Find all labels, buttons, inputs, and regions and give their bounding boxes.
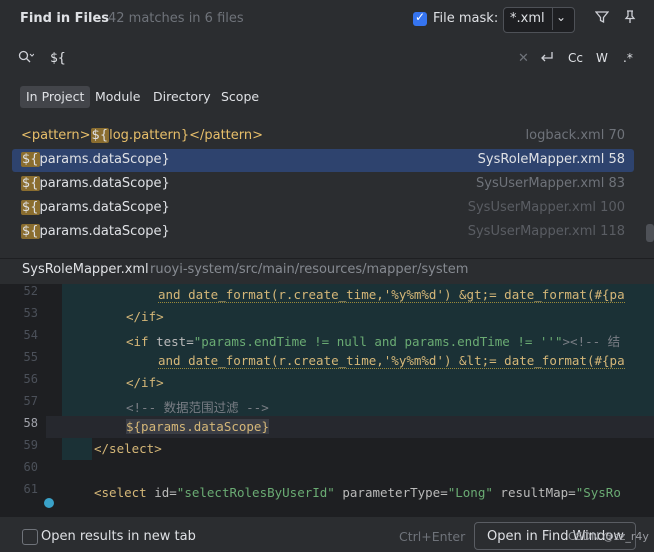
code-line-61: <select id="selectRolesByUserId" paramet… (62, 485, 654, 507)
code-text: and date_format(r.create_time,'%y%m%d') … (158, 287, 625, 303)
code-preview[interactable]: 52 53 54 55 56 57 58 59 60 61 and date_f… (0, 284, 654, 516)
result-row[interactable]: <pattern>${log.pattern}</pattern> logbac… (12, 125, 634, 148)
words-toggle[interactable]: W (596, 51, 608, 65)
filter-icon[interactable] (594, 10, 610, 28)
line-number: 61 (23, 482, 38, 496)
result-text: params.dataScope} (39, 200, 170, 215)
result-file: SysUserMapper.xml (467, 224, 597, 239)
result-row[interactable]: ${params.dataScope} SysUserMapper.xml 10… (12, 197, 634, 220)
tab-directory[interactable]: Directory (147, 86, 217, 108)
code-line-59: </select> (62, 441, 654, 463)
file-mask-separator (552, 8, 553, 30)
open-new-tab-label: Open results in new tab (41, 529, 196, 544)
code-attr: resultMap= (500, 485, 576, 500)
regex-toggle[interactable]: .* (623, 51, 633, 65)
result-row[interactable]: ${params.dataScope} SysUserMapper.xml 83 (12, 173, 634, 196)
code-line-52: and date_format(r.create_time,'%y%m%d') … (62, 287, 654, 309)
line-number: 59 (23, 438, 38, 452)
code-string: "selectRolesByUserId" (176, 485, 335, 500)
code-string: "params.endTime != null and params.endTi… (193, 334, 563, 349)
search-icon[interactable] (18, 50, 35, 68)
line-number: 57 (23, 394, 38, 408)
result-match: ${ (21, 176, 40, 191)
watermark: CSDN @zz_r4y (568, 530, 649, 543)
code-attr: parameterType= (342, 485, 448, 500)
code-text: </if> (126, 309, 164, 324)
line-gutter: 52 53 54 55 56 57 58 59 60 61 (0, 284, 46, 516)
result-line: 58 (608, 152, 625, 167)
gutter-marker-icon[interactable] (44, 498, 54, 508)
file-mask-checkbox[interactable] (413, 10, 427, 26)
pin-icon[interactable] (623, 10, 637, 28)
result-text: params.dataScope} (39, 176, 170, 191)
result-row[interactable]: ${params.dataScope} SysUserMapper.xml 11… (12, 221, 634, 244)
clear-icon[interactable]: ✕ (518, 51, 529, 66)
tab-in-project[interactable]: In Project (20, 86, 91, 108)
shortcut-hint: Ctrl+Enter (399, 529, 466, 544)
results-scrollbar[interactable] (646, 224, 654, 242)
line-number: 52 (23, 284, 38, 298)
search-input[interactable] (50, 48, 430, 68)
match-case-toggle[interactable]: Cc (568, 51, 583, 65)
line-number: 54 (23, 328, 38, 342)
dialog-title: Find in Files (20, 11, 110, 26)
code-line-58: ${params.dataScope} (62, 419, 654, 441)
code-text: </select> (94, 441, 162, 456)
code-text: </if> (126, 375, 164, 390)
code-line-53: </if> (62, 309, 654, 331)
result-line: 83 (608, 176, 625, 191)
result-file: SysRoleMapper.xml (477, 152, 605, 167)
file-mask-label: File mask: (433, 11, 499, 26)
result-file: SysUserMapper.xml (467, 200, 597, 215)
code-line-54: <if test="params.endTime != null and par… (126, 334, 621, 349)
code-attr: test= (156, 334, 194, 349)
result-line: 70 (608, 128, 625, 143)
code-comment: ><!-- 结 (562, 334, 621, 349)
tab-scope[interactable]: Scope (215, 86, 265, 108)
code-text: ${params.dataScope} (126, 419, 269, 434)
preview-file-path: ruoyi-system/src/main/resources/mapper/s… (150, 262, 469, 277)
result-prefix: <pattern> (21, 128, 91, 143)
tab-module[interactable]: Module (89, 86, 146, 108)
result-file: logback.xml (525, 128, 605, 143)
result-text: params.dataScope} (39, 152, 170, 167)
code-text: and date_format(r.create_time,'%y%m%d') … (158, 353, 625, 369)
result-match: ${ (21, 152, 40, 167)
match-count: 42 matches in 6 files (108, 11, 244, 26)
code-line-57: <!-- 数据范围过滤 --> (62, 397, 654, 419)
code-line-56: </if> (62, 375, 654, 397)
result-text: params.dataScope} (39, 224, 170, 239)
new-line-icon[interactable] (539, 50, 555, 68)
preview-file-name: SysRoleMapper.xml (22, 262, 149, 277)
line-number: 60 (23, 460, 38, 474)
result-file: SysUserMapper.xml (476, 176, 605, 191)
code-comment: <!-- 数据范围过滤 --> (126, 400, 269, 415)
open-new-tab-checkbox[interactable] (22, 529, 38, 545)
code-string: "Long" (447, 485, 493, 500)
code-attr: id= (154, 485, 177, 500)
result-match: ${ (90, 128, 110, 143)
result-row-selected[interactable]: ${params.dataScope} SysRoleMapper.xml 58 (12, 149, 634, 172)
line-number: 56 (23, 372, 38, 386)
code-line-55: and date_format(r.create_time,'%y%m%d') … (62, 353, 654, 375)
line-number: 58 (23, 416, 38, 430)
result-text: log.pattern}</pattern> (109, 128, 264, 143)
line-number: 53 (23, 306, 38, 320)
result-match: ${ (21, 224, 40, 239)
file-mask-value: *.xml (510, 11, 545, 26)
result-line: 118 (600, 224, 625, 239)
code-tag: <select (94, 485, 147, 500)
chevron-down-icon[interactable]: ⌄ (556, 10, 566, 24)
result-line: 100 (600, 200, 625, 215)
line-number: 55 (23, 350, 38, 364)
result-match: ${ (21, 200, 40, 215)
code-string: "SysRo (575, 485, 621, 500)
